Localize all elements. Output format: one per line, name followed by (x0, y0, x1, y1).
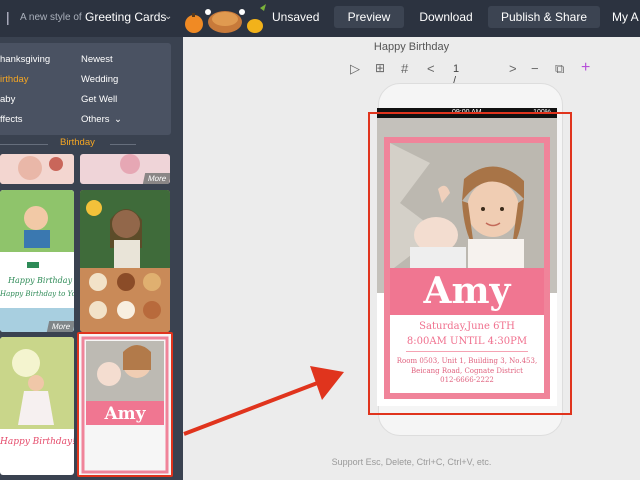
download-button[interactable]: Download (410, 6, 482, 28)
top-bar: | A new style of Greeting Cards ⌄ Unsave… (0, 0, 640, 37)
thanksgiving-banner-image (185, 4, 266, 33)
duplicate-page-icon[interactable]: ⧉ (555, 61, 564, 77)
brand-subtitle: A new style of (20, 12, 82, 23)
brand-separator: | (6, 9, 10, 25)
hash-grid-icon[interactable]: # (401, 61, 408, 76)
publish-share-button[interactable]: Publish & Share (488, 6, 600, 28)
template-thumbnail[interactable] (80, 190, 170, 332)
chevron-down-icon[interactable]: ⌄ (164, 11, 172, 22)
thumbnail-text: Happy Birthday to You (0, 290, 74, 298)
category-birthday[interactable]: irthday (0, 74, 29, 85)
selection-outline (368, 112, 572, 415)
arrow-icon (183, 366, 344, 436)
thumbnail-text: Happy Birthday (8, 276, 73, 285)
template-thumbnail[interactable]: More (80, 154, 170, 184)
selected-template-thumbnail[interactable]: Amy (77, 332, 173, 477)
category-effects[interactable]: ffects (0, 114, 23, 125)
template-thumbnail[interactable] (0, 154, 74, 184)
category-menu: hanksgiving Newest irthday Wedding aby G… (0, 43, 171, 135)
divider-line-right (110, 144, 136, 145)
thumbnail-name: Amy (104, 404, 146, 424)
template-sidebar: hanksgiving Newest irthday Wedding aby G… (0, 37, 183, 480)
divider-line-left (0, 144, 48, 145)
account-menu[interactable]: My A (612, 6, 640, 28)
grid-view-icon[interactable]: ⊞ (375, 61, 385, 75)
category-newest[interactable]: Newest (81, 54, 113, 65)
brand-title[interactable]: Greeting Cards (85, 10, 166, 24)
chevron-down-icon[interactable]: ⌄ (114, 114, 122, 125)
next-page-icon[interactable]: > (509, 61, 517, 76)
section-title: Birthday (60, 137, 95, 148)
category-others[interactable]: Others (81, 114, 110, 125)
keyboard-hint: Support Esc, Delete, Ctrl+C, Ctrl+V, etc… (331, 457, 492, 467)
category-thanksgiving[interactable]: hanksgiving (0, 54, 50, 65)
previous-page-icon[interactable]: < (427, 61, 435, 76)
template-thumbnail[interactable]: Happy Birthday! (0, 337, 74, 475)
thumbnail-image (0, 190, 74, 332)
save-status: Unsaved (272, 10, 320, 24)
play-icon[interactable]: ▷ (350, 61, 360, 77)
thumbnail-text: Happy Birthday! (0, 437, 74, 447)
preview-button[interactable]: Preview (334, 6, 404, 28)
canvas-title[interactable]: Happy Birthday (183, 41, 640, 53)
thumbnail-image (80, 190, 170, 332)
more-badge[interactable]: More (46, 321, 74, 332)
add-page-icon[interactable]: + (581, 59, 590, 77)
category-get-well[interactable]: Get Well (81, 94, 117, 105)
thumbnail-image (0, 337, 74, 429)
delete-page-icon[interactable]: − (531, 61, 539, 76)
more-badge[interactable]: More (142, 173, 170, 184)
template-thumbnail[interactable]: Happy Birthday Happy Birthday to You Mor… (0, 190, 74, 332)
thumbnail-image (0, 154, 74, 184)
category-baby[interactable]: aby (0, 94, 15, 105)
category-wedding[interactable]: Wedding (81, 74, 118, 85)
section-divider: Birthday (0, 137, 183, 151)
